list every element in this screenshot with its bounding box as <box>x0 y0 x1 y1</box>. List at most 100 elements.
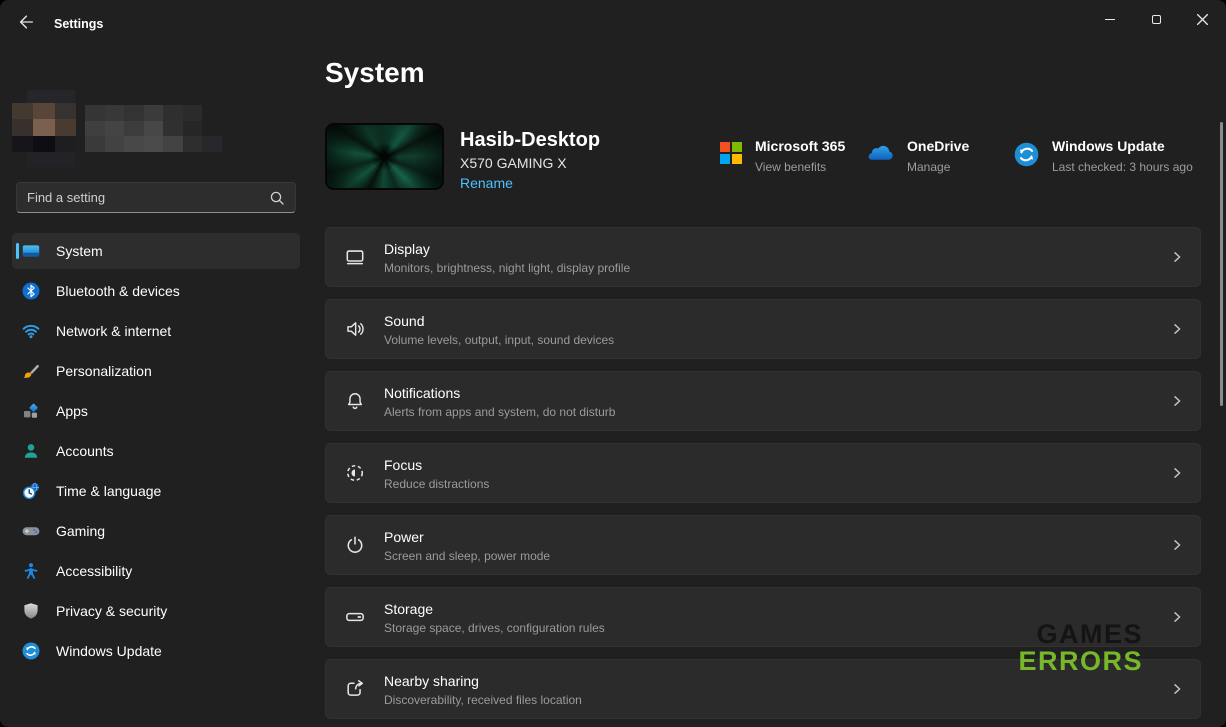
row-title: Power <box>384 528 550 546</box>
selected-indicator <box>16 243 19 259</box>
power-icon <box>343 533 367 557</box>
sidebar-item-privacy-security[interactable]: Privacy & security <box>12 593 300 629</box>
settings-row-sound[interactable]: Sound Volume levels, output, input, soun… <box>325 299 1201 359</box>
sidebar-item-personalization[interactable]: Personalization <box>12 353 300 389</box>
last-checked-text: Last checked: 3 hours ago <box>1052 160 1193 174</box>
chevron-right-icon <box>1170 466 1184 480</box>
sidebar: System Bluetooth & devices <box>0 40 312 727</box>
back-arrow-icon <box>17 13 35 31</box>
settings-row-power[interactable]: Power Screen and sleep, power mode <box>325 515 1201 575</box>
status-title: Windows Update <box>1052 138 1193 155</box>
onedrive-cloud-icon <box>864 142 894 174</box>
sidebar-item-network-internet[interactable]: Network & internet <box>12 313 300 349</box>
row-subtitle: Discoverability, received files location <box>384 693 582 707</box>
sidebar-item-bluetooth-devices[interactable]: Bluetooth & devices <box>12 273 300 309</box>
scrollbar[interactable] <box>1220 122 1223 406</box>
sidebar-item-label: Gaming <box>56 523 105 539</box>
search-icon[interactable] <box>269 190 285 206</box>
settings-row-nearby-sharing[interactable]: Nearby sharing Discoverability, received… <box>325 659 1201 719</box>
titlebar: Settings <box>0 0 1226 40</box>
controller-icon <box>22 522 40 540</box>
windows-update-status-icon <box>1014 142 1039 174</box>
device-wallpaper-thumbnail <box>325 123 444 190</box>
settings-row-storage[interactable]: Storage Storage space, drives, configura… <box>325 587 1201 647</box>
chevron-right-icon <box>1170 682 1184 696</box>
row-title: Notifications <box>384 384 615 402</box>
row-title: Storage <box>384 600 605 618</box>
view-benefits-link[interactable]: View benefits <box>755 160 845 174</box>
person-icon <box>22 442 40 460</box>
maximize-icon <box>1152 15 1161 24</box>
brush-icon <box>22 362 40 380</box>
windows-update-icon <box>22 642 40 660</box>
status-windows-update[interactable]: Windows Update Last checked: 3 hours ago <box>1014 138 1193 174</box>
sidebar-nav: System Bluetooth & devices <box>12 233 300 673</box>
wifi-icon <box>22 322 40 340</box>
sound-icon <box>343 317 367 341</box>
sidebar-item-accounts[interactable]: Accounts <box>12 433 300 469</box>
chevron-right-icon <box>1170 538 1184 552</box>
row-subtitle: Screen and sleep, power mode <box>384 549 550 563</box>
row-subtitle: Reduce distractions <box>384 477 489 491</box>
sidebar-item-label: Bluetooth & devices <box>56 283 180 299</box>
storage-drive-icon <box>343 605 367 629</box>
sidebar-item-system[interactable]: System <box>12 233 300 269</box>
maximize-button[interactable] <box>1133 0 1179 38</box>
status-onedrive[interactable]: OneDrive Manage <box>864 138 969 174</box>
display-icon <box>343 245 367 269</box>
settings-row-focus[interactable]: Focus Reduce distractions <box>325 443 1201 503</box>
avatar <box>27 152 75 167</box>
status-title: Microsoft 365 <box>755 138 845 155</box>
status-microsoft-365[interactable]: Microsoft 365 View benefits <box>720 138 845 174</box>
bell-icon <box>343 389 367 413</box>
chevron-right-icon <box>1170 250 1184 264</box>
sidebar-item-apps[interactable]: Apps <box>12 393 300 429</box>
sidebar-item-accessibility[interactable]: Accessibility <box>12 553 300 589</box>
apps-icon <box>22 402 40 420</box>
system-icon <box>22 242 40 260</box>
sidebar-item-time-language[interactable]: Time & language <box>12 473 300 509</box>
search-box <box>16 182 296 213</box>
chevron-right-icon <box>1170 610 1184 624</box>
sidebar-item-label: Privacy & security <box>56 603 167 619</box>
rename-link[interactable]: Rename <box>460 175 513 191</box>
sidebar-item-label: Personalization <box>56 363 152 379</box>
row-subtitle: Storage space, drives, configuration rul… <box>384 621 605 635</box>
avatar <box>27 90 75 103</box>
settings-row-display[interactable]: Display Monitors, brightness, night ligh… <box>325 227 1201 287</box>
username-pixelated <box>85 105 222 152</box>
avatar-pixelated <box>12 103 76 152</box>
back-button[interactable] <box>10 9 42 35</box>
app-title: Settings <box>54 17 103 31</box>
microsoft-logo-icon <box>720 142 742 174</box>
close-button[interactable] <box>1179 0 1225 38</box>
chevron-right-icon <box>1170 322 1184 336</box>
page-title: System <box>325 57 425 89</box>
minimize-button[interactable] <box>1087 0 1133 38</box>
sidebar-item-windows-update[interactable]: Windows Update <box>12 633 300 669</box>
row-title: Display <box>384 240 630 258</box>
manage-link[interactable]: Manage <box>907 160 969 174</box>
row-title: Nearby sharing <box>384 672 582 690</box>
sidebar-item-gaming[interactable]: Gaming <box>12 513 300 549</box>
row-subtitle: Monitors, brightness, night light, displ… <box>384 261 630 275</box>
sidebar-item-label: Accessibility <box>56 563 132 579</box>
device-model: X570 GAMING X <box>460 155 567 171</box>
focus-icon <box>343 461 367 485</box>
chevron-right-icon <box>1170 394 1184 408</box>
settings-row-notifications[interactable]: Notifications Alerts from apps and syste… <box>325 371 1201 431</box>
sidebar-item-label: Network & internet <box>56 323 171 339</box>
search-input[interactable] <box>27 190 269 205</box>
row-title: Sound <box>384 312 614 330</box>
bluetooth-icon <box>22 282 40 300</box>
shield-icon <box>22 602 40 620</box>
settings-rows: Display Monitors, brightness, night ligh… <box>325 227 1201 727</box>
sidebar-item-label: System <box>56 243 103 259</box>
row-subtitle: Alerts from apps and system, do not dist… <box>384 405 615 419</box>
minimize-icon <box>1105 19 1115 20</box>
accessibility-person-icon <box>22 562 40 580</box>
device-name: Hasib-Desktop <box>460 129 600 152</box>
row-subtitle: Volume levels, output, input, sound devi… <box>384 333 614 347</box>
nearby-sharing-icon <box>343 677 367 701</box>
status-title: OneDrive <box>907 138 969 155</box>
